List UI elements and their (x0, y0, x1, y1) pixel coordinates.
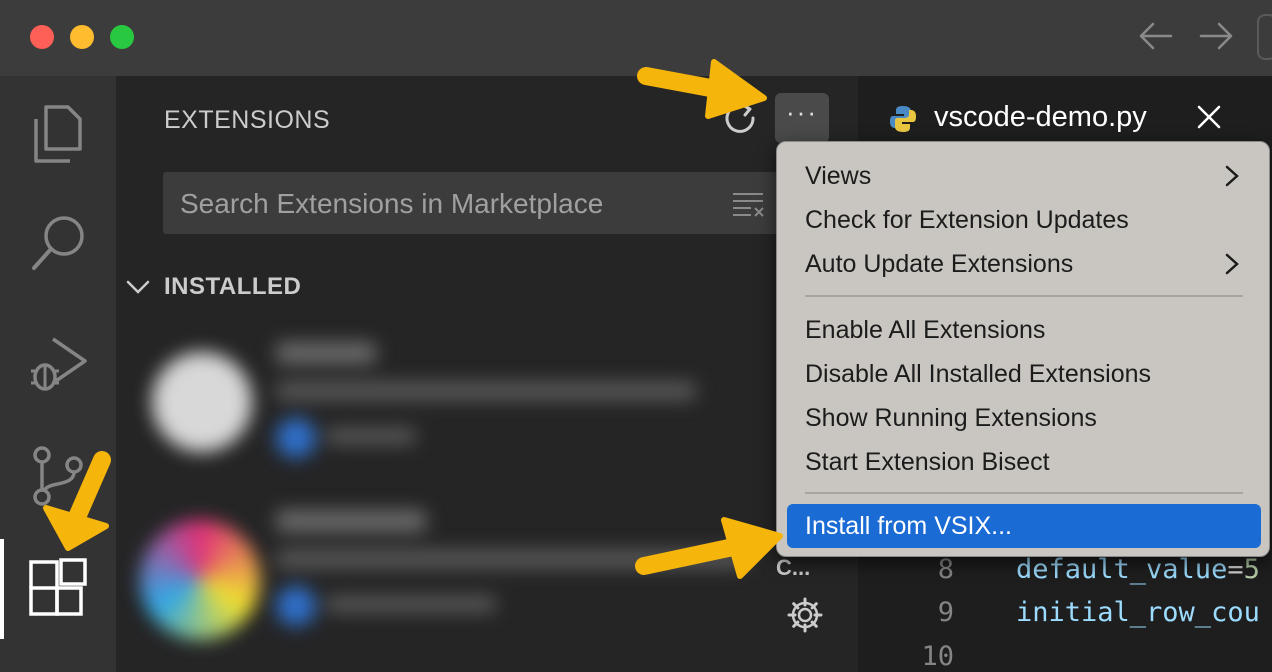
installed-section-label: INSTALLED (164, 273, 302, 300)
close-window-button[interactable] (30, 25, 54, 49)
activity-bar (0, 76, 116, 672)
chevron-right-icon (1225, 165, 1239, 187)
search-icon (32, 216, 84, 270)
annotation-arrow-icon (43, 451, 111, 551)
files-icon (34, 105, 82, 163)
sidebar-title: EXTENSIONS (164, 106, 331, 134)
menu-item-views[interactable]: Views (805, 156, 871, 196)
extension-description-placeholder (276, 382, 696, 400)
list-item[interactable] (136, 332, 766, 492)
menu-item-start-bisect[interactable]: Start Extension Bisect (805, 442, 1050, 482)
installed-extensions-list (136, 332, 766, 672)
minimize-window-button[interactable] (70, 25, 94, 49)
extension-logo (152, 352, 252, 452)
code-text: default_value=5 (1016, 554, 1260, 585)
menu-item-disable-all[interactable]: Disable All Installed Extensions (805, 354, 1151, 394)
menu-separator (805, 492, 1243, 494)
activity-extensions[interactable] (0, 539, 116, 639)
python-file-icon (890, 106, 916, 132)
menu-item-auto-update[interactable]: Auto Update Extensions (805, 244, 1073, 284)
publisher-badge (276, 586, 316, 626)
publisher-placeholder (326, 596, 496, 612)
search-input[interactable]: Search Extensions in Marketplace (163, 172, 803, 234)
extension-title-placeholder (276, 342, 376, 364)
clear-filter-icon[interactable] (731, 190, 767, 218)
layout-toggle-button[interactable] (1257, 14, 1272, 60)
annotation-arrow-icon (637, 59, 767, 119)
arrow-left-icon[interactable] (1135, 18, 1175, 54)
code-line: 10 (858, 641, 1272, 672)
publisher-placeholder (326, 428, 416, 444)
line-number: 10 (921, 641, 954, 672)
arrow-right-icon[interactable] (1197, 18, 1237, 54)
line-number: 8 (937, 554, 954, 585)
activity-run-debug[interactable] (0, 314, 116, 414)
chevron-down-icon (126, 280, 150, 294)
tab-title: vscode-demo.py (934, 101, 1147, 133)
installed-section-header[interactable]: INSTALLED (126, 270, 301, 304)
activity-explorer[interactable] (0, 84, 116, 184)
menu-item-enable-all[interactable]: Enable All Extensions (805, 310, 1045, 350)
code-line: 9 initial_row_cou (858, 597, 1272, 641)
menu-item-show-running[interactable]: Show Running Extensions (805, 398, 1097, 438)
gear-icon[interactable] (786, 596, 824, 634)
extension-title-placeholder (276, 510, 426, 532)
code-line: 8 default_value=5 (858, 554, 1272, 598)
code-text: initial_row_cou (1016, 597, 1260, 628)
more-actions-button[interactable]: ··· (775, 93, 829, 143)
publisher-badge (276, 418, 316, 458)
more-actions-menu: Views Check for Extension Updates Auto U… (776, 141, 1270, 557)
line-number: 9 (937, 597, 954, 628)
maximize-window-button[interactable] (110, 25, 134, 49)
activity-search[interactable] (0, 194, 116, 294)
menu-item-install-vsix[interactable]: Install from VSIX... (805, 506, 1012, 546)
menu-item-check-updates[interactable]: Check for Extension Updates (805, 200, 1129, 240)
search-placeholder: Search Extensions in Marketplace (180, 188, 604, 219)
annotation-arrow-icon (635, 517, 783, 579)
extensions-icon (29, 558, 87, 616)
extension-logo (140, 520, 260, 640)
close-icon[interactable] (1196, 104, 1222, 130)
menu-separator (805, 295, 1243, 297)
chevron-right-icon (1225, 253, 1239, 275)
debug-icon (31, 337, 87, 391)
